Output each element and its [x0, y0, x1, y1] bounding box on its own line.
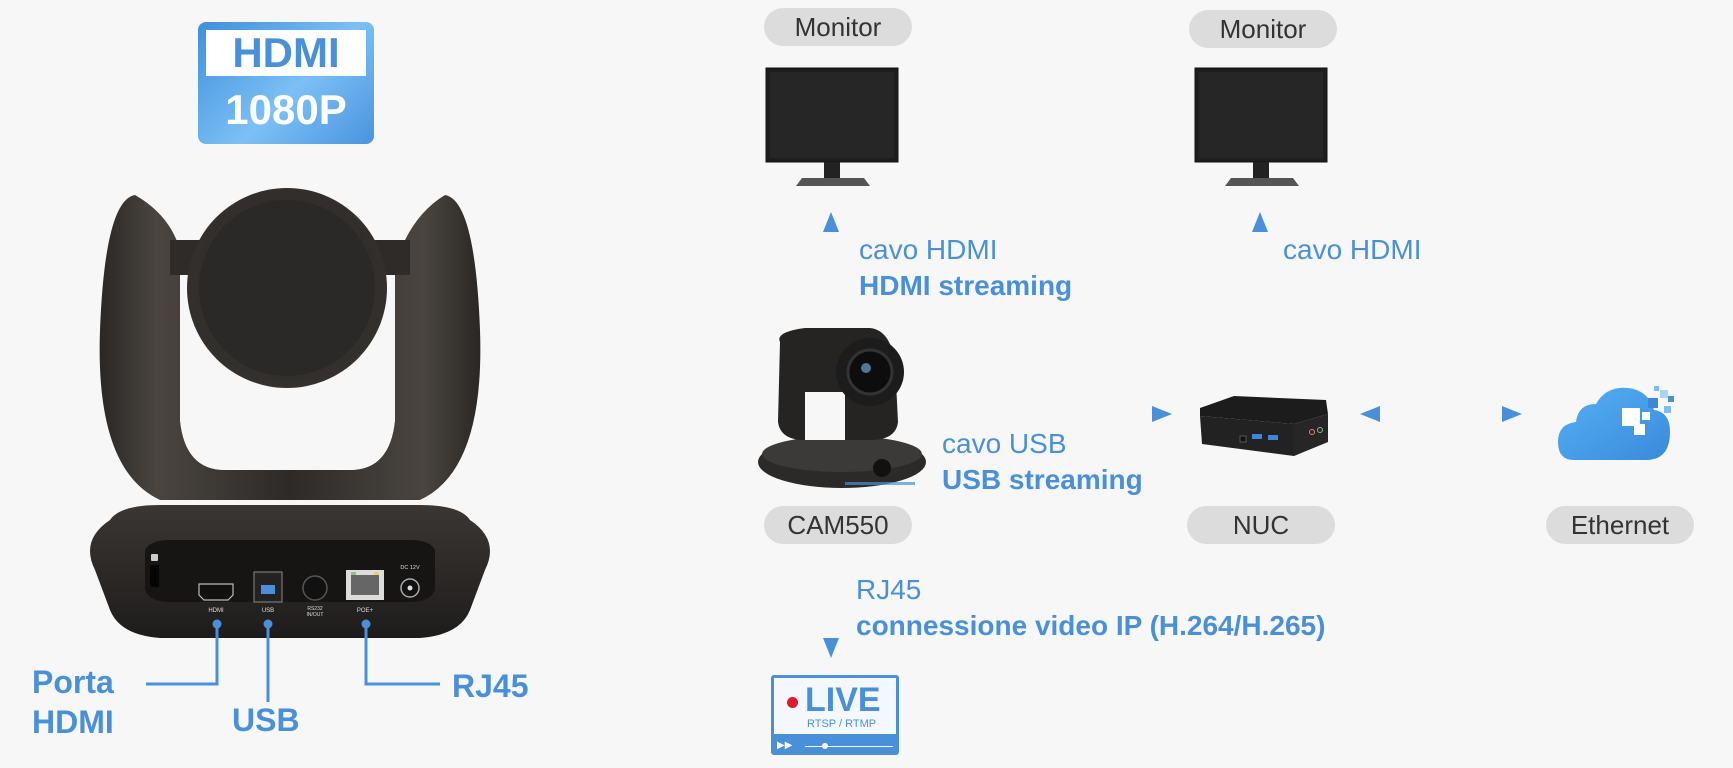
arrow-nuc-ethernet — [1360, 406, 1522, 422]
camera-label: CAM550 — [764, 506, 912, 544]
cloud-icon — [1558, 386, 1674, 460]
live-stream-badge: LIVE RTSP / RTMP ▶▶ — [771, 675, 899, 755]
label-hdmi-nuc: cavo HDMI — [1283, 234, 1422, 265]
progress-track — [805, 746, 893, 747]
label-usb: cavo USB USB streaming — [942, 428, 1143, 495]
progress-knob — [822, 743, 828, 749]
label-hdmi-cam: cavo HDMI HDMI streaming — [859, 234, 1073, 301]
play-icon: ▶▶ — [777, 740, 793, 751]
ethernet-label: Ethernet — [1546, 506, 1694, 544]
arrow-camera-to-nuc — [936, 406, 1172, 422]
cam550-camera-icon — [758, 328, 926, 488]
live-dot — [787, 697, 798, 708]
arrow-camera-to-monitor-left — [823, 212, 839, 302]
label-rj45: RJ45 connessione video IP (H.264/H.265) — [856, 574, 1326, 641]
live-title: LIVE — [805, 681, 881, 719]
arrow-nuc-to-monitor-right — [1252, 212, 1268, 368]
arrow-camera-to-live — [823, 570, 839, 658]
nuc-icon — [1200, 396, 1328, 456]
live-subtitle: RTSP / RTMP — [807, 718, 877, 730]
nuc-label: NUC — [1187, 506, 1335, 544]
